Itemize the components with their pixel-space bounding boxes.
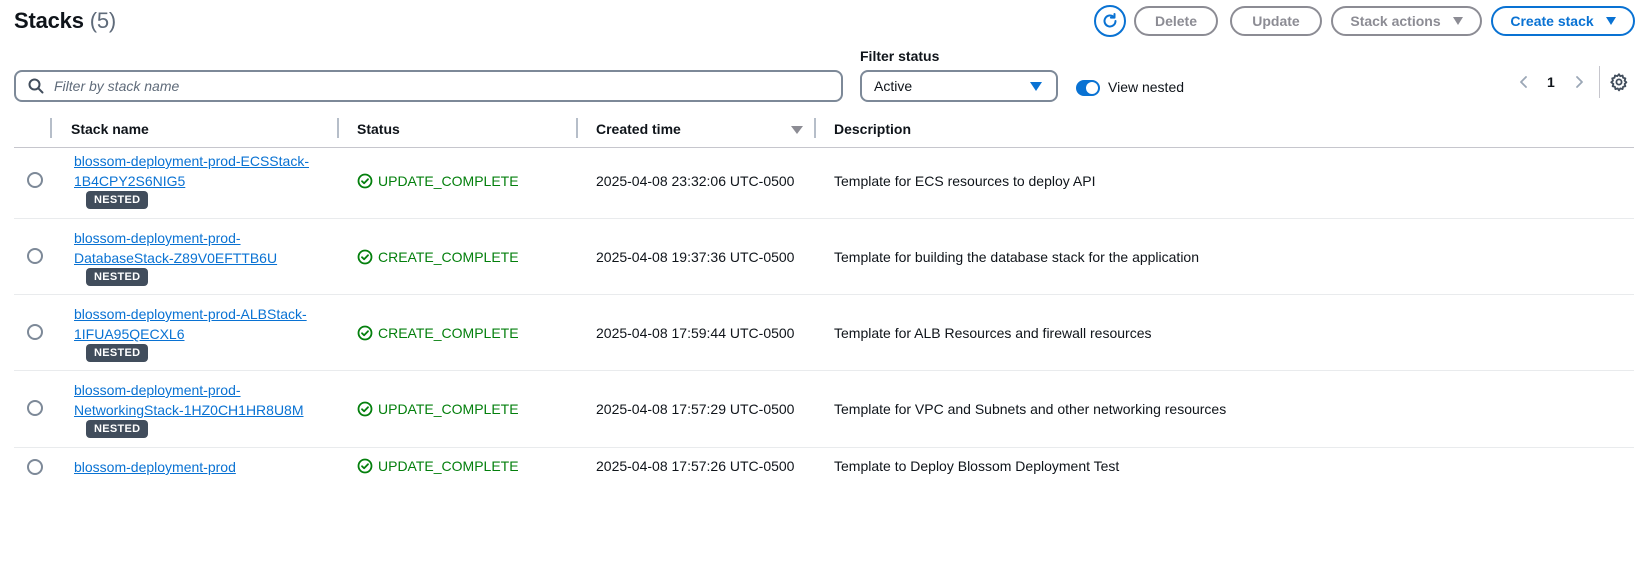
status-indicator: CREATE_COMPLETE xyxy=(357,325,519,341)
table-row[interactable]: blossom-deployment-prod UPDATE_COMPLETE … xyxy=(14,448,1634,488)
stack-count: (5) xyxy=(89,8,117,33)
refresh-button[interactable] xyxy=(1094,5,1126,37)
caret-down-icon xyxy=(1605,17,1616,25)
stack-description: Template for ALB Resources and firewall … xyxy=(834,325,1152,341)
next-page-icon[interactable] xyxy=(1571,74,1587,90)
row-select-radio[interactable] xyxy=(27,172,43,188)
refresh-icon xyxy=(1103,13,1117,28)
stack-name-link[interactable]: blossom-deployment-prod xyxy=(74,457,334,477)
stack-name-line2: DatabaseStack-Z89V0EFTTB6U xyxy=(74,250,278,266)
created-time: 2025-04-08 17:59:44 UTC-0500 xyxy=(596,325,795,341)
gear-icon[interactable] xyxy=(1609,72,1629,92)
table-header: Stack name Status Created time Descripti… xyxy=(14,112,1634,148)
status-text: UPDATE_COMPLETE xyxy=(378,458,519,474)
stack-name-link[interactable]: blossom-deployment-prod- DatabaseStack-Z… xyxy=(74,228,334,268)
row-select-radio[interactable] xyxy=(27,400,43,416)
filter-status-select[interactable]: Active xyxy=(860,70,1058,102)
status-text: UPDATE_COMPLETE xyxy=(378,173,519,189)
stack-name-line2: NetworkingStack-1HZ0CH1HR8U8M xyxy=(74,402,304,418)
created-time: 2025-04-08 23:32:06 UTC-0500 xyxy=(596,173,795,189)
current-page-number[interactable]: 1 xyxy=(1547,74,1555,90)
created-time: 2025-04-08 19:37:36 UTC-0500 xyxy=(596,249,795,265)
status-indicator: UPDATE_COMPLETE xyxy=(357,173,519,189)
create-stack-label: Create stack xyxy=(1510,13,1594,29)
stack-description: Template for building the database stack… xyxy=(834,249,1200,265)
column-divider[interactable] xyxy=(814,118,816,138)
stack-description: Template to Deploy Blossom Deployment Te… xyxy=(834,458,1120,474)
delete-button-label: Delete xyxy=(1154,13,1198,29)
status-indicator: UPDATE_COMPLETE xyxy=(357,458,519,474)
previous-page-icon[interactable] xyxy=(1516,74,1532,90)
stack-name-line1: blossom-deployment-prod xyxy=(74,459,236,475)
stack-name-link[interactable]: blossom-deployment-prod-ALBStack- 1IFUA9… xyxy=(74,304,334,344)
stack-description: Template for VPC and Subnets and other n… xyxy=(834,401,1227,417)
column-header-description[interactable]: Description xyxy=(834,121,911,137)
create-stack-button[interactable]: Create stack xyxy=(1491,6,1635,36)
created-time: 2025-04-08 17:57:26 UTC-0500 xyxy=(596,458,795,474)
sort-descending-icon[interactable] xyxy=(791,126,803,134)
stack-actions-button[interactable]: Stack actions xyxy=(1331,6,1482,36)
nested-badge: NESTED xyxy=(86,191,149,209)
row-select-radio[interactable] xyxy=(27,248,43,264)
created-time: 2025-04-08 17:57:29 UTC-0500 xyxy=(596,401,795,417)
table-row[interactable]: blossom-deployment-prod-ECSStack- 1B4CPY… xyxy=(14,148,1634,219)
search-icon xyxy=(28,78,44,94)
view-nested-label: View nested xyxy=(1108,79,1185,95)
table-row[interactable]: blossom-deployment-prod-ALBStack- 1IFUA9… xyxy=(14,295,1634,371)
check-circle-icon xyxy=(357,401,373,417)
column-header-status[interactable]: Status xyxy=(357,121,400,137)
page-title: Stacks (5) xyxy=(14,8,116,34)
nested-badge: NESTED xyxy=(86,344,149,362)
check-circle-icon xyxy=(357,249,373,265)
stack-description: Template for ECS resources to deploy API xyxy=(834,173,1096,189)
delete-button[interactable]: Delete xyxy=(1134,6,1218,36)
status-indicator: UPDATE_COMPLETE xyxy=(357,401,519,417)
status-indicator: CREATE_COMPLETE xyxy=(357,249,519,265)
view-nested-toggle[interactable] xyxy=(1076,80,1100,96)
caret-down-icon xyxy=(1452,17,1463,25)
search-field[interactable] xyxy=(14,70,843,102)
stack-name-line1: blossom-deployment-prod-ECSStack- xyxy=(74,153,309,169)
filter-status-label: Filter status xyxy=(860,48,940,64)
stack-name-link[interactable]: blossom-deployment-prod- NetworkingStack… xyxy=(74,380,334,420)
stack-name-link[interactable]: blossom-deployment-prod-ECSStack- 1B4CPY… xyxy=(74,151,334,191)
stack-name-line2: 1IFUA95QECXL6 xyxy=(74,326,185,342)
column-divider[interactable] xyxy=(337,118,339,138)
filter-status-value: Active xyxy=(874,78,913,94)
stack-actions-label: Stack actions xyxy=(1350,13,1441,29)
status-text: CREATE_COMPLETE xyxy=(378,325,519,341)
check-circle-icon xyxy=(357,325,373,341)
stack-name-line1: blossom-deployment-prod- xyxy=(74,230,241,246)
column-divider xyxy=(50,118,52,138)
dropdown-arrow-icon xyxy=(1030,81,1042,91)
status-text: CREATE_COMPLETE xyxy=(378,249,519,265)
nested-badge: NESTED xyxy=(86,268,149,286)
update-button[interactable]: Update xyxy=(1230,6,1322,36)
column-header-created-time[interactable]: Created time xyxy=(596,121,681,137)
check-circle-icon xyxy=(357,173,373,189)
nested-badge: NESTED xyxy=(86,420,149,438)
pagination-divider xyxy=(1599,66,1600,98)
column-divider[interactable] xyxy=(576,118,578,138)
row-select-radio[interactable] xyxy=(27,324,43,340)
row-select-radio[interactable] xyxy=(27,459,43,475)
check-circle-icon xyxy=(357,458,373,474)
table-row[interactable]: blossom-deployment-prod- DatabaseStack-Z… xyxy=(14,219,1634,295)
stack-name-line1: blossom-deployment-prod-ALBStack- xyxy=(74,306,307,322)
stack-name-line1: blossom-deployment-prod- xyxy=(74,382,241,398)
page-title-text: Stacks xyxy=(14,8,84,33)
table-row[interactable]: blossom-deployment-prod- NetworkingStack… xyxy=(14,371,1634,448)
stack-name-line2: 1B4CPY2S6NIG5 xyxy=(74,173,186,189)
status-text: UPDATE_COMPLETE xyxy=(378,401,519,417)
column-header-stack-name[interactable]: Stack name xyxy=(71,121,149,137)
update-button-label: Update xyxy=(1252,13,1300,29)
search-input[interactable] xyxy=(54,78,814,94)
